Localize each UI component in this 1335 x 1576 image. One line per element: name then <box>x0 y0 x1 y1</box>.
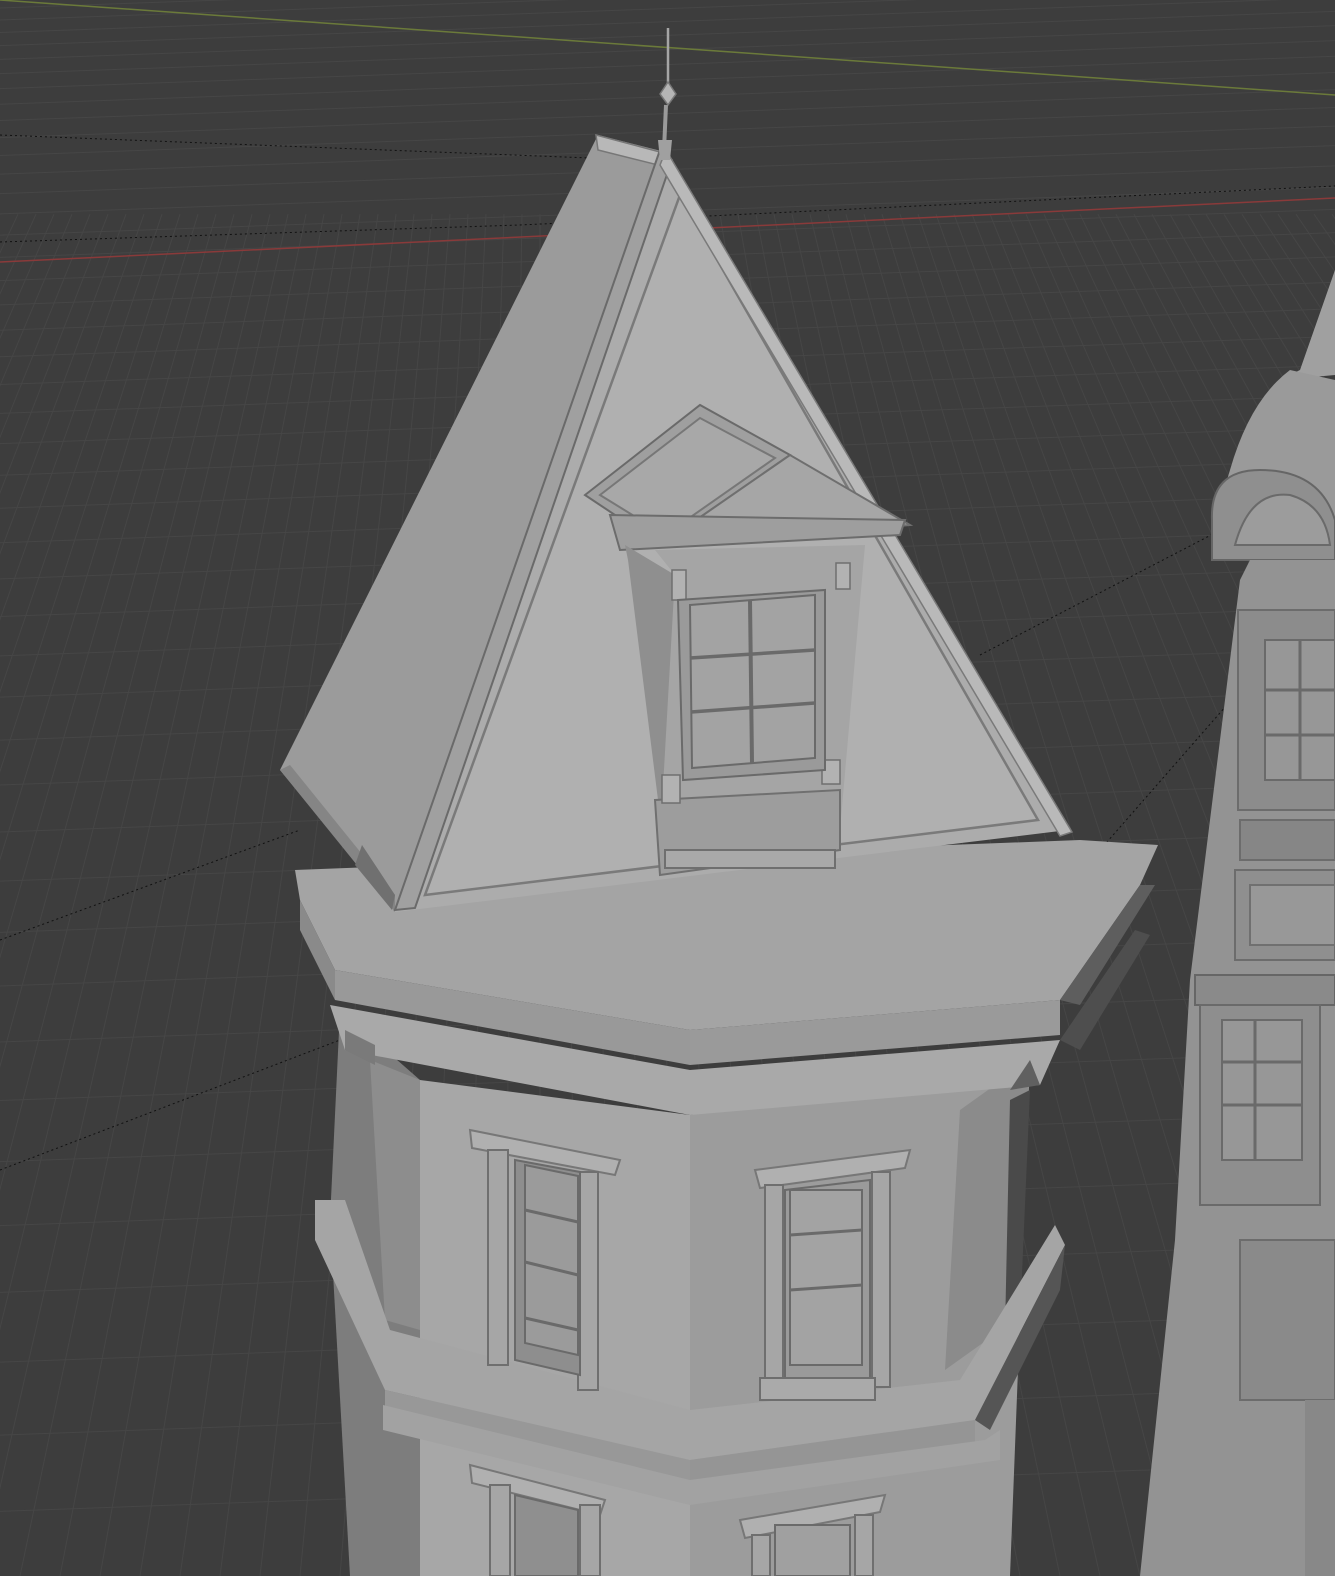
origin-outline-dotted-4 <box>0 1039 341 1171</box>
3d-viewport[interactable] <box>0 0 1335 1576</box>
window-upper-left <box>468 1128 622 1391</box>
octagonal-tower[interactable] <box>295 840 1158 1576</box>
origin-outline-dotted <box>0 134 591 159</box>
window-upper-right <box>753 1148 912 1401</box>
viewport-scene[interactable] <box>0 0 1335 1576</box>
